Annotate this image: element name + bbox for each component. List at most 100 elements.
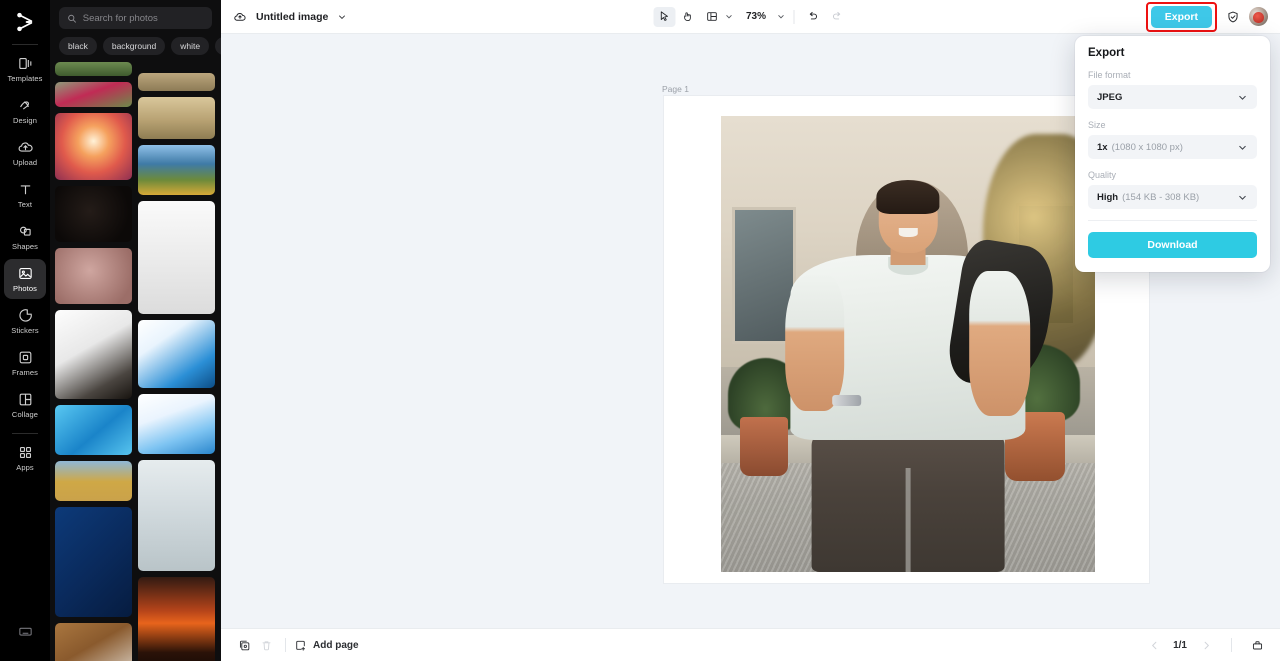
avatar[interactable] [1249, 7, 1268, 26]
photo-thumbnail[interactable] [138, 97, 215, 139]
duplicate-page-icon[interactable] [233, 635, 255, 655]
size-select[interactable]: 1x (1080 x 1080 px) [1088, 135, 1257, 159]
sidebar-item-shapes[interactable]: Shapes [4, 217, 46, 257]
photo-results-grid [50, 62, 221, 661]
image-person-hair [876, 179, 940, 214]
sidebar-item-label: Frames [11, 368, 39, 377]
chevron-down-icon[interactable] [776, 12, 785, 21]
chip-background[interactable]: background [102, 37, 166, 55]
photo-thumbnail[interactable] [55, 507, 132, 617]
export-panel-title: Export [1088, 47, 1125, 59]
sidebar-item-text[interactable]: Text [4, 175, 46, 215]
image-person-pants [811, 427, 1005, 572]
photo-thumbnail[interactable] [138, 145, 215, 195]
search-icon [68, 14, 76, 23]
image-pot-left [739, 416, 789, 477]
sidebar-item-apps[interactable]: Apps [4, 438, 46, 478]
rail-divider-bottom [12, 433, 38, 434]
top-right-actions: Export [1145, 1, 1268, 32]
document-title: Untitled image [256, 10, 329, 23]
sidebar-item-label: Apps [16, 463, 34, 472]
main-area: Untitled image 73% Export Page 1 Add pag… [221, 0, 1280, 661]
quality-select[interactable]: High (154 KB - 308 KB) [1088, 185, 1257, 209]
document-title-group[interactable]: Untitled image [233, 10, 347, 24]
sidebar-item-label: Stickers [11, 326, 39, 335]
sidebar-item-templates[interactable]: Templates [4, 49, 46, 89]
sidebar-item-label: Text [17, 200, 33, 209]
sidebar-item-upload[interactable]: Upload [4, 133, 46, 173]
bottom-separator [285, 638, 286, 652]
export-button-highlight: Export [1145, 1, 1217, 32]
sidebar-item-frames[interactable]: Frames [4, 343, 46, 383]
photo-thumbnail[interactable] [55, 62, 132, 76]
file-format-label: File format [1088, 70, 1131, 80]
photo-thumbnail[interactable] [138, 201, 215, 314]
add-page-icon [296, 640, 306, 651]
next-page-button [1195, 635, 1217, 655]
zoom-control[interactable]: 73% [743, 11, 785, 22]
bottom-separator-right [1231, 638, 1232, 652]
add-page-label: Add page [313, 639, 359, 651]
export-panel: Export File format JPEG Size 1x (1080 x … [1075, 36, 1270, 272]
sidebar-item-photos[interactable]: Photos [4, 259, 46, 299]
size-label: Size [1088, 120, 1106, 130]
photo-thumbnail[interactable] [55, 623, 132, 661]
sidebar-item-label: Collage [11, 410, 39, 419]
search-input[interactable] [82, 12, 204, 24]
quality-detail: (154 KB - 308 KB) [1122, 191, 1200, 203]
quality-label: Quality [1088, 170, 1117, 180]
canvas-image[interactable] [721, 116, 1095, 572]
chevron-down-icon[interactable] [337, 12, 347, 22]
photo-thumbnail[interactable] [55, 461, 132, 501]
sidebar-item-collage[interactable]: Collage [4, 385, 46, 425]
select-tool-button[interactable] [652, 6, 675, 27]
photo-thumbnail[interactable] [55, 248, 132, 304]
capcut-logo-icon[interactable] [0, 6, 50, 38]
photo-thumbnail[interactable] [138, 73, 215, 91]
zoom-level: 73% [745, 11, 767, 22]
top-toolbar: Untitled image 73% Export [221, 0, 1280, 34]
download-button[interactable]: Download [1088, 232, 1257, 258]
size-detail: (1080 x 1080 px) [1111, 141, 1183, 153]
photo-thumbnail[interactable] [138, 394, 215, 454]
keyboard-icon[interactable] [4, 611, 46, 651]
add-page-button[interactable]: Add page [294, 639, 359, 652]
chevron-down-icon [1239, 95, 1246, 100]
chevron-down-icon[interactable] [724, 12, 733, 21]
page-label: Page 1 [662, 84, 689, 94]
chip-white[interactable]: white [171, 37, 210, 55]
delete-page-icon [255, 635, 277, 655]
photo-thumbnail[interactable] [55, 113, 132, 180]
search-box[interactable] [59, 7, 212, 29]
photo-thumbnail[interactable] [55, 405, 132, 455]
image-person [785, 171, 1061, 572]
layout-tool-group[interactable] [701, 7, 733, 27]
photo-thumbnail[interactable] [138, 460, 215, 571]
image-person-arm-right [969, 271, 1031, 416]
photo-thumbnail[interactable] [138, 577, 215, 661]
search-area [50, 0, 221, 29]
export-button[interactable]: Export [1150, 5, 1212, 28]
cloud-saved-icon [234, 12, 246, 21]
sidebar-item-stickers[interactable]: Stickers [4, 301, 46, 341]
search-tag-chips: black background white [50, 29, 221, 62]
shield-check-icon[interactable] [1226, 10, 1240, 24]
file-format-value: JPEG [1097, 91, 1123, 103]
hand-tool-button[interactable] [677, 7, 699, 27]
photo-thumbnail[interactable] [138, 320, 215, 388]
sidebar-item-design[interactable]: Design [4, 91, 46, 131]
file-format-select[interactable]: JPEG [1088, 85, 1257, 109]
photo-thumbnail[interactable] [55, 82, 132, 107]
chip-black[interactable]: black [59, 37, 97, 55]
photo-thumbnail[interactable] [55, 310, 132, 399]
left-nav-rail: Templates Design Upload Text Shapes Phot… [0, 0, 50, 661]
undo-button[interactable] [802, 7, 824, 27]
chevron-down-icon [1239, 145, 1246, 150]
app-root: Templates Design Upload Text Shapes Phot… [0, 0, 1280, 661]
layout-tool-button[interactable] [701, 7, 723, 27]
rail-divider-top [12, 44, 38, 45]
photo-thumbnail[interactable] [55, 186, 132, 242]
present-icon[interactable] [1246, 635, 1268, 655]
chevron-down-icon [1239, 195, 1246, 200]
photos-panel: black background white [50, 0, 221, 661]
